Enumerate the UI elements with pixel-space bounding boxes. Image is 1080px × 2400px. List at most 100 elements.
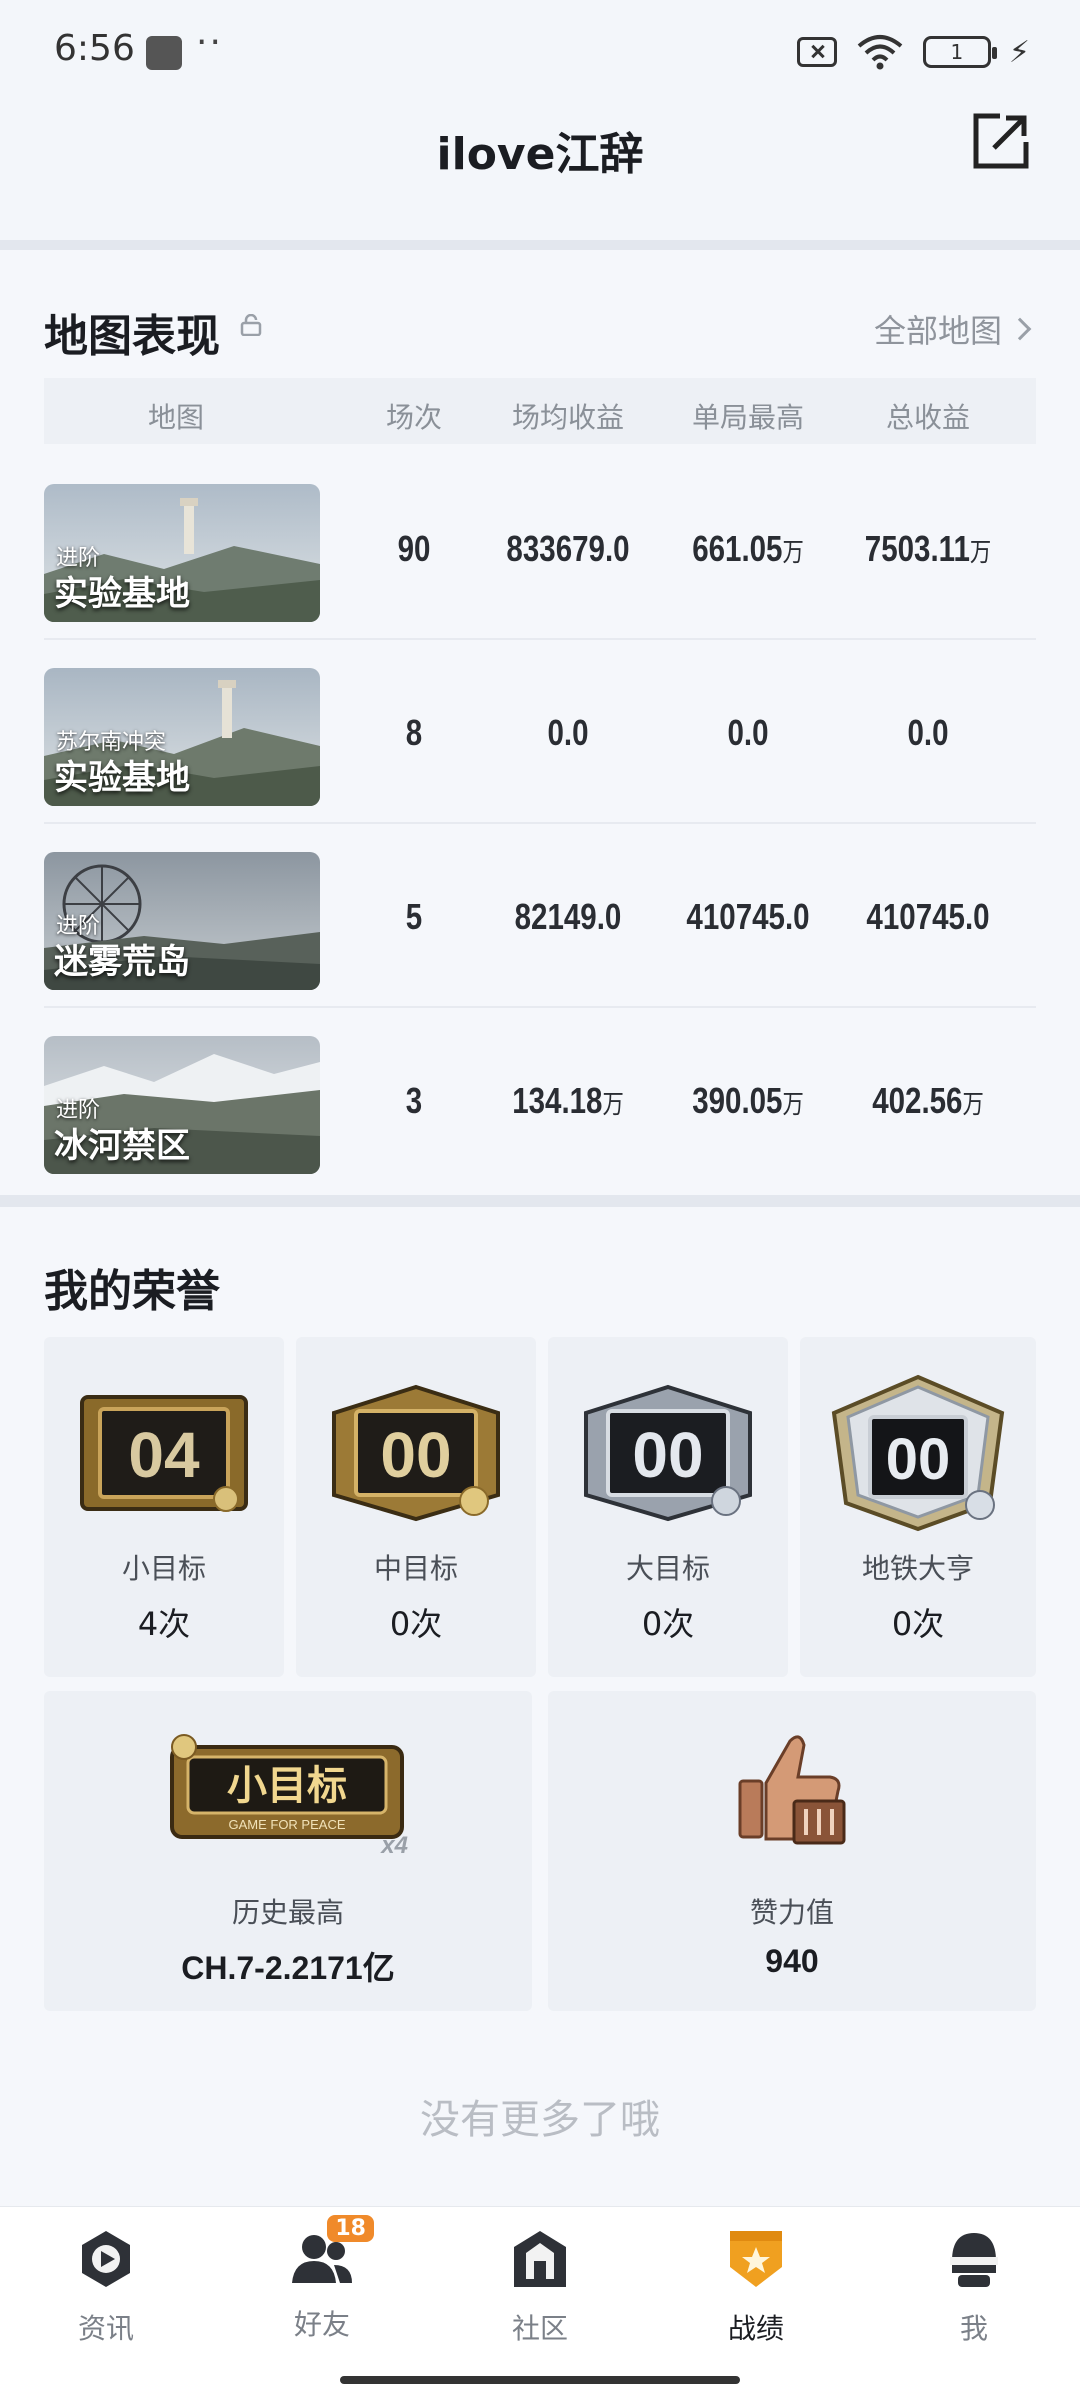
honor-badge-big-goal[interactable]: 00 大目标 0次 (548, 1337, 788, 1677)
svg-text:小目标: 小目标 (227, 1763, 347, 1809)
avg-value: 134.18万 (512, 1080, 624, 1121)
map-performance-section: 地图表现 全部地图 地图 场次 场均收益 单局最高 总收益 进阶 实验基地 90 (0, 250, 1080, 1195)
matches-value: 8 (405, 712, 423, 753)
honor-badge-medium-goal[interactable]: 00 中目标 0次 (296, 1337, 536, 1677)
no-more-hint: 没有更多了哦 (420, 2097, 660, 2143)
nav-record[interactable]: 战绩 (686, 2227, 826, 2347)
matches-value: 3 (405, 1080, 423, 1121)
community-icon (514, 2231, 566, 2287)
small-goal-badge-icon: 04 (80, 1395, 248, 1512)
big-goal-badge-icon: 00 (584, 1384, 752, 1522)
nav-profile[interactable]: 我 (904, 2227, 1044, 2347)
total-value: 7503.11万 (864, 528, 992, 569)
wifi-icon (857, 35, 903, 70)
charging-icon: ⚡ (1008, 34, 1030, 70)
nav-label: 我 (959, 2312, 988, 2345)
battery-icon: 1 (922, 36, 997, 68)
home-indicator[interactable] (340, 2376, 740, 2384)
column-header-best: 单局最高 (691, 401, 804, 434)
notification-app-icon (146, 36, 182, 70)
history-best-value: CH.7-2.2171亿 (181, 1950, 395, 1986)
column-header-map: 地图 (147, 401, 204, 434)
nav-community[interactable]: 社区 (470, 2227, 610, 2347)
total-value: 0.0 (907, 712, 949, 753)
best-value: 410745.0 (686, 896, 810, 937)
avg-value: 833679.0 (506, 528, 630, 569)
page-title: ilove江辞 (436, 129, 644, 180)
lock-icon (240, 314, 262, 336)
status-bar: 6:56 ·· 1 ⚡ (0, 0, 1080, 100)
matches-value: 90 (397, 528, 431, 569)
map-thumbnail: 苏尔南冲突 实验基地 (44, 668, 320, 806)
status-time: 6:56 (54, 28, 135, 69)
history-best-label: 历史最高 (231, 1896, 344, 1929)
nav-label: 好友 (293, 2308, 350, 2341)
best-value: 390.05万 (692, 1080, 804, 1121)
map-name: 实验基地 (54, 574, 190, 614)
svg-text:x4: x4 (379, 1832, 408, 1859)
friend-count-badge: 18 (327, 2215, 374, 2242)
more-notifications-indicator: ·· (196, 22, 223, 63)
likes-card[interactable]: 赞力值 940 (548, 1691, 1036, 2011)
svg-text:04: 04 (128, 1419, 200, 1491)
news-icon (82, 2231, 130, 2287)
badge-count: 0次 (641, 1605, 695, 1643)
svg-text:00: 00 (886, 1427, 951, 1492)
record-icon (730, 2231, 782, 2287)
badge-count: 0次 (389, 1605, 443, 1643)
map-thumbnail: 进阶 迷雾荒岛 (44, 852, 320, 990)
table-row[interactable]: 进阶 迷雾荒岛 5 82149.0 410745.0 410745.0 (44, 824, 1036, 1008)
map-name: 迷雾荒岛 (54, 942, 190, 982)
all-maps-link[interactable]: 全部地图 (873, 306, 1032, 352)
thumbs-up-icon (738, 1735, 846, 1845)
badge-count: 4次 (137, 1605, 191, 1643)
share-icon[interactable] (970, 110, 1032, 172)
section-divider (0, 1195, 1080, 1207)
svg-text:00: 00 (380, 1419, 451, 1491)
section-title: 我的荣誉 (44, 1266, 220, 1317)
table-row[interactable]: 进阶 冰河禁区 3 134.18万 390.05万 402.56万 (44, 1008, 1036, 1192)
no-sim-icon (796, 37, 837, 67)
nav-friends[interactable]: 18 好友 (252, 2215, 392, 2343)
matches-value: 5 (405, 896, 423, 937)
metro-tycoon-badge-icon: 00 (831, 1374, 1005, 1532)
nav-label: 资讯 (77, 2312, 134, 2345)
best-value: 661.05万 (692, 528, 804, 569)
history-best-card[interactable]: 小目标 GAME FOR PEACE x4 历史最高 CH.7-2.2171亿 (44, 1691, 532, 2011)
svg-text:00: 00 (632, 1419, 703, 1491)
column-header-total: 总收益 (885, 401, 970, 434)
map-thumbnail: 进阶 实验基地 (44, 484, 320, 622)
column-header-avg: 场均收益 (511, 401, 624, 434)
status-icons: 1 ⚡ (796, 32, 1030, 72)
map-name: 实验基地 (54, 758, 190, 798)
nav-label: 战绩 (727, 2312, 784, 2345)
table-row[interactable]: 进阶 实验基地 90 833679.0 661.05万 7503.11万 (44, 456, 1036, 640)
map-name: 冰河禁区 (54, 1126, 190, 1166)
badge-label: 大目标 (625, 1552, 710, 1585)
honor-badge-small-goal[interactable]: 04 小目标 4次 (44, 1337, 284, 1677)
total-value: 402.56万 (872, 1080, 984, 1121)
total-value: 410745.0 (866, 896, 990, 937)
avg-value: 82149.0 (514, 896, 622, 937)
medium-goal-badge-icon: 00 (332, 1384, 500, 1522)
all-maps-label: 全部地图 (873, 312, 1002, 350)
honor-section: 我的荣誉 04 小目标 4次 00 中目标 0次 00 大目标 0次 00 地铁… (0, 1207, 1080, 2207)
section-divider (0, 240, 1080, 250)
badge-label: 小目标 (121, 1552, 206, 1585)
table-header: 地图 场次 场均收益 单局最高 总收益 (44, 378, 1036, 444)
column-header-matches: 场次 (385, 401, 442, 434)
chevron-right-icon (1008, 317, 1032, 341)
badge-label: 中目标 (373, 1552, 458, 1585)
table-row[interactable]: 苏尔南冲突 实验基地 8 0.0 0.0 0.0 (44, 640, 1036, 824)
nav-news[interactable]: 资讯 (36, 2227, 176, 2347)
profile-icon (950, 2233, 998, 2287)
likes-value: 940 (765, 1943, 819, 1979)
badge-count: 0次 (891, 1605, 945, 1643)
likes-label: 赞力值 (749, 1896, 834, 1929)
honor-badge-metro-tycoon[interactable]: 00 地铁大亨 0次 (800, 1337, 1036, 1677)
small-goal-trophy-icon: 小目标 GAME FOR PEACE x4 (170, 1734, 408, 1859)
badge-label: 地铁大亨 (861, 1552, 974, 1585)
section-title: 地图表现 (44, 311, 220, 362)
best-value: 0.0 (727, 712, 769, 753)
nav-label: 社区 (511, 2312, 568, 2345)
